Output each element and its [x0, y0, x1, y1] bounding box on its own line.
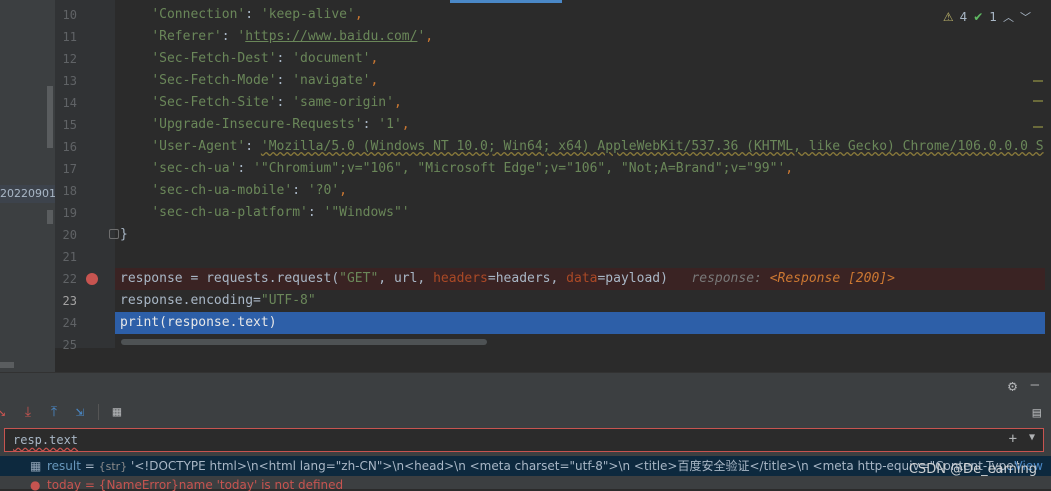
- line-number: 14: [62, 96, 77, 110]
- warning-icon: ⚠: [942, 10, 954, 24]
- line-number: 10: [62, 8, 77, 22]
- line-number: 20: [62, 228, 77, 242]
- dropdown-icon[interactable]: ▼: [1029, 432, 1035, 443]
- gear-icon[interactable]: ⚙: [1008, 377, 1017, 395]
- code-line-15[interactable]: 'Upgrade-Insecure-Requests': '1',: [115, 114, 1045, 136]
- line-number: 23: [62, 294, 77, 308]
- watermark: CSDN @De_earning: [908, 462, 1037, 477]
- step-into-icon[interactable]: ⤓: [20, 404, 36, 420]
- table-icon[interactable]: ▦: [109, 404, 125, 420]
- project-panel-hscrollbar[interactable]: [0, 362, 14, 368]
- debug-toolbar: ↘ ⤓ ⤒ ⇲ ▦: [0, 401, 125, 423]
- inspection-widget[interactable]: ⚠ 4 ✔ 1 ︿ ﹀: [943, 9, 1031, 25]
- active-tab-indicator: [450, 0, 562, 3]
- line-number: 24: [62, 316, 77, 330]
- step-over-icon[interactable]: ↘: [0, 404, 10, 420]
- line-number: 17: [62, 162, 77, 176]
- project-tree-item[interactable]: 20220901.: [0, 185, 56, 203]
- error-stripe-mark[interactable]: [1033, 100, 1043, 102]
- line-number: 18: [62, 184, 77, 198]
- editor-hscrollbar[interactable]: [121, 339, 487, 345]
- run-to-cursor-icon[interactable]: ⇲: [72, 404, 88, 420]
- code-line-12[interactable]: 'Sec-Fetch-Dest': 'document',: [115, 48, 1045, 70]
- code-line-13[interactable]: 'Sec-Fetch-Mode': 'navigate',: [115, 70, 1045, 92]
- chevron-down-icon[interactable]: ﹀: [1020, 9, 1031, 25]
- evaluate-expression-input[interactable]: resp.text + ▼: [4, 428, 1044, 452]
- inline-debug-hint: response:: [691, 271, 770, 286]
- line-number: 21: [62, 250, 77, 264]
- project-panel-scrollbar[interactable]: [47, 86, 53, 148]
- step-out-icon[interactable]: ⤒: [46, 404, 62, 420]
- line-number: 22: [62, 272, 77, 286]
- code-line-14[interactable]: 'Sec-Fetch-Site': 'same-origin',: [115, 92, 1045, 114]
- check-icon: ✔: [973, 10, 984, 24]
- code-line-17[interactable]: 'sec-ch-ua': '"Chromium";v="106", "Micro…: [115, 158, 1045, 180]
- code-editor[interactable]: 'Connection': 'keep-alive', 'Referer': '…: [115, 0, 1051, 348]
- url-link[interactable]: https://www.baidu.com/: [245, 29, 417, 44]
- add-watch-icon[interactable]: +: [1009, 431, 1017, 447]
- project-panel-scrollbar-lower[interactable]: [47, 210, 53, 224]
- toolbar-separator: [98, 404, 99, 420]
- code-line-21[interactable]: [115, 246, 1045, 268]
- code-line-22[interactable]: response = requests.request("GET", url, …: [115, 268, 1045, 290]
- minimize-icon[interactable]: —: [1031, 377, 1039, 393]
- line-number: 13: [62, 74, 77, 88]
- code-line-18[interactable]: 'sec-ch-ua-mobile': '?0',: [115, 180, 1045, 202]
- code-line-20[interactable]: }: [115, 224, 1045, 246]
- code-line-16[interactable]: 'User-Agent': 'Mozilla/5.0 (Windows NT 1…: [115, 136, 1045, 158]
- line-number: 11: [62, 30, 77, 44]
- error-stripe-mark[interactable]: [1033, 126, 1043, 128]
- variable-row-result[interactable]: ▦ result = {str} '<!DOCTYPE html>\n<html…: [0, 456, 1051, 476]
- line-number: 25: [62, 338, 77, 352]
- line-number: 19: [62, 206, 77, 220]
- inline-debug-value: <Response [200]>: [769, 271, 895, 286]
- code-line-24[interactable]: print(response.text): [115, 312, 1045, 334]
- code-line-19[interactable]: 'sec-ch-ua-platform': '"Windows"': [115, 202, 1045, 224]
- code-line-11[interactable]: 'Referer': 'https://www.baidu.com/',: [115, 26, 1045, 48]
- breakpoint-icon[interactable]: [86, 273, 98, 285]
- error-stripe-mark[interactable]: [1033, 80, 1043, 82]
- line-number: 16: [62, 140, 77, 154]
- code-line-10[interactable]: 'Connection': 'keep-alive',: [115, 4, 1045, 26]
- chevron-up-icon[interactable]: ︿: [1003, 9, 1014, 25]
- layout-icon[interactable]: ▤: [1033, 405, 1041, 421]
- code-line-23[interactable]: response.encoding="UTF-8": [115, 290, 1045, 312]
- line-number: 15: [62, 118, 77, 132]
- line-number: 12: [62, 52, 77, 66]
- table-icon: ▦: [30, 459, 42, 473]
